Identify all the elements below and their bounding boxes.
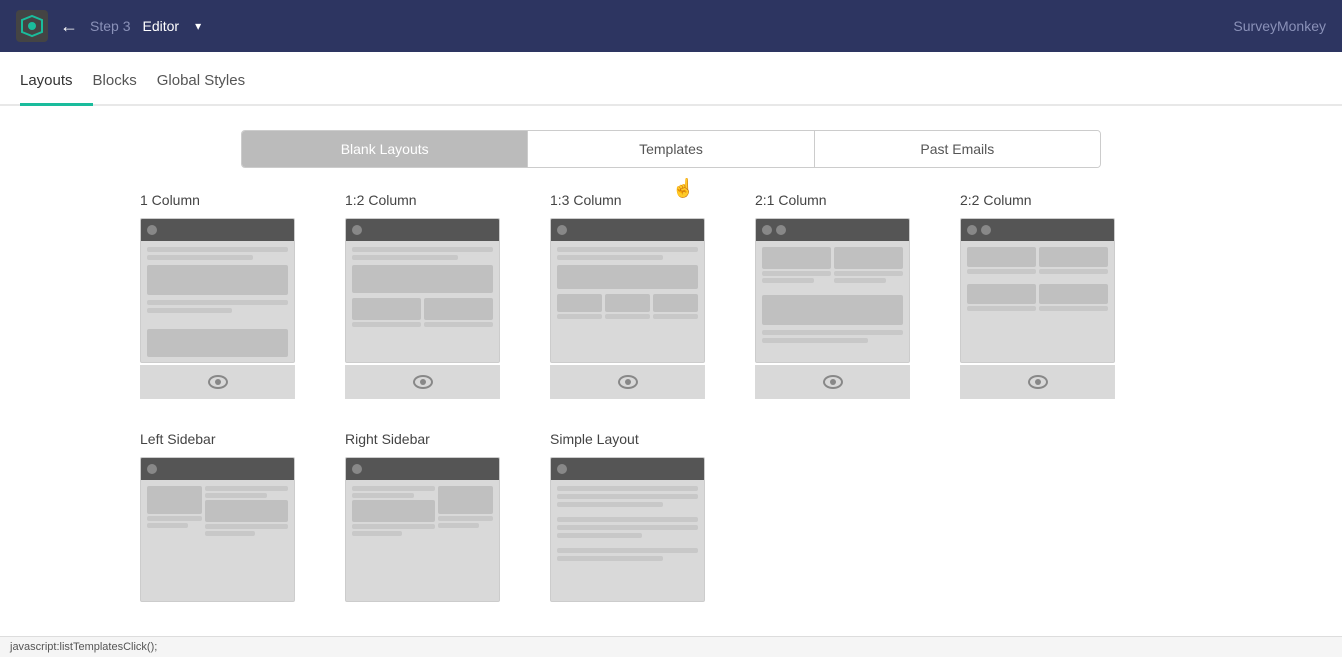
layout-item-1-2col: 1:2 Column	[345, 192, 540, 399]
eye-icon-1col	[208, 375, 228, 389]
editor-label: Editor	[142, 18, 179, 34]
tab-layouts[interactable]: Layouts	[20, 72, 93, 106]
layout-item-left-sidebar: Left Sidebar	[140, 431, 335, 602]
tab-global-styles[interactable]: Global Styles	[157, 72, 265, 106]
preview-2-1col[interactable]	[755, 365, 910, 399]
layout-selector: Blank Layouts Templates Past Emails	[241, 130, 1101, 168]
layout-item-2-1col: 2:1 Column	[755, 192, 950, 399]
layout-item-right-sidebar: Right Sidebar	[345, 431, 540, 602]
layout-thumb-2-2col[interactable]	[960, 218, 1115, 363]
layout-title-1col: 1 Column	[140, 192, 335, 208]
layout-grid: 1 Column 1:2 Co	[0, 192, 1342, 634]
layout-item-simple: Simple Layout	[550, 431, 745, 602]
main-content: Blank Layouts Templates Past Emails 1 Co…	[0, 106, 1342, 657]
status-text: javascript:listTemplatesClick();	[10, 641, 157, 653]
layout-item-1-3col: 1:3 Column	[550, 192, 745, 399]
brand-name: SurveyMonkey	[1233, 18, 1326, 34]
back-button[interactable]: ←	[60, 16, 78, 37]
layout-title-1-3col: 1:3 Column	[550, 192, 745, 208]
blank-layouts-button[interactable]: Blank Layouts	[242, 131, 528, 167]
layout-title-simple: Simple Layout	[550, 431, 745, 447]
layout-thumb-simple[interactable]	[550, 457, 705, 602]
layout-title-2-2col: 2:2 Column	[960, 192, 1155, 208]
editor-dropdown[interactable]: ▾	[195, 19, 201, 33]
tab-blocks[interactable]: Blocks	[93, 72, 157, 106]
layout-thumb-1col[interactable]	[140, 218, 295, 363]
layout-thumb-1-2col[interactable]	[345, 218, 500, 363]
layout-item-2-2col: 2:2 Column	[960, 192, 1155, 399]
past-emails-button[interactable]: Past Emails	[815, 131, 1100, 167]
preview-1-3col[interactable]	[550, 365, 705, 399]
preview-1col[interactable]	[140, 365, 295, 399]
layout-thumb-2-1col[interactable]	[755, 218, 910, 363]
preview-1-2col[interactable]	[345, 365, 500, 399]
step-label: Step 3	[90, 18, 130, 34]
top-bar: ← Step 3 Editor ▾ SurveyMonkey	[0, 0, 1342, 52]
sub-nav: Layouts Blocks Global Styles	[0, 52, 1342, 106]
layout-title-right-sidebar: Right Sidebar	[345, 431, 540, 447]
top-bar-left: ← Step 3 Editor ▾	[16, 10, 201, 42]
logo-icon	[16, 10, 48, 42]
layout-thumb-right-sidebar[interactable]	[345, 457, 500, 602]
status-bar: javascript:listTemplatesClick();	[0, 636, 1342, 657]
preview-2-2col[interactable]	[960, 365, 1115, 399]
layout-title-2-1col: 2:1 Column	[755, 192, 950, 208]
layout-title-left-sidebar: Left Sidebar	[140, 431, 335, 447]
eye-icon-2-1col	[823, 375, 843, 389]
eye-icon-1-3col	[618, 375, 638, 389]
templates-button[interactable]: Templates	[528, 131, 814, 167]
eye-icon-2-2col	[1028, 375, 1048, 389]
layout-thumb-left-sidebar[interactable]	[140, 457, 295, 602]
layout-title-1-2col: 1:2 Column	[345, 192, 540, 208]
eye-icon-1-2col	[413, 375, 433, 389]
layout-item-1col: 1 Column	[140, 192, 335, 399]
layout-thumb-1-3col[interactable]	[550, 218, 705, 363]
